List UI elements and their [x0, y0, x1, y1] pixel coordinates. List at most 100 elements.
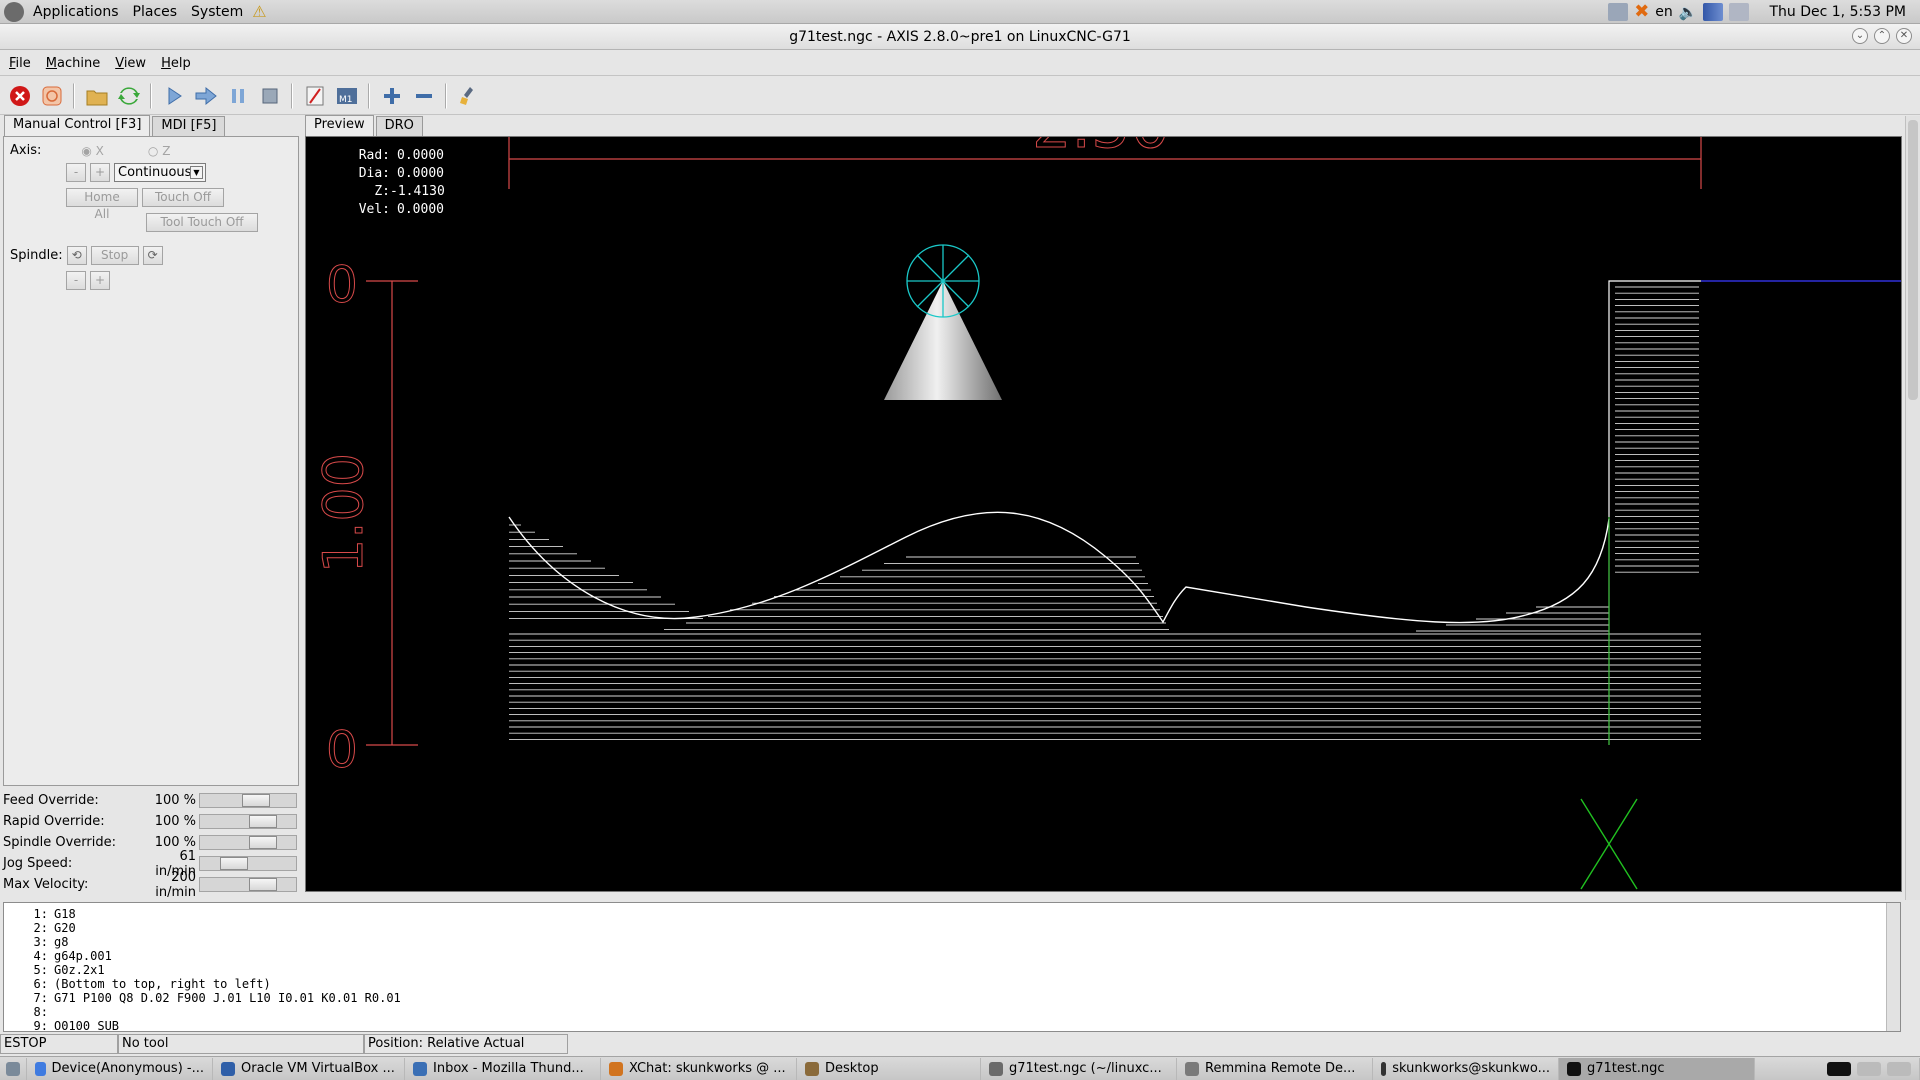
- taskbar-item[interactable]: Inbox - Mozilla Thund...: [405, 1057, 601, 1080]
- spindle-forward-icon[interactable]: ⟳: [142, 246, 163, 265]
- open-file-icon[interactable]: [83, 82, 110, 109]
- tab-mdi[interactable]: MDI [F5]: [152, 116, 226, 136]
- applications-menu[interactable]: Applications: [26, 4, 126, 20]
- workspace-1-icon[interactable]: [1827, 1061, 1851, 1076]
- gcode-line[interactable]: 5: G0z.2x1: [4, 963, 1900, 977]
- toolpath-preview[interactable]: 2.50 1.00 0 0: [305, 136, 1902, 892]
- taskbar-item[interactable]: XChat: skunkworks @ ...: [601, 1057, 797, 1080]
- slider-thumb[interactable]: [220, 857, 249, 870]
- left-control-pane: Manual Control [F3] MDI [F5] Axis: ◉ X ○…: [0, 115, 300, 900]
- estop-icon[interactable]: [6, 82, 33, 109]
- gcode-scrollbar[interactable]: [1886, 903, 1900, 1031]
- window-titlebar[interactable]: g71test.ngc - AXIS 2.8.0~pre1 on LinuxCN…: [0, 24, 1920, 50]
- spindle-slower-button[interactable]: -: [66, 271, 86, 290]
- step-icon[interactable]: [192, 82, 219, 109]
- places-menu[interactable]: Places: [126, 4, 185, 20]
- slider-thumb[interactable]: [242, 794, 271, 807]
- gcode-line[interactable]: 8:: [4, 1005, 1900, 1019]
- system-menu[interactable]: System: [184, 4, 250, 20]
- toolpath-plot[interactable]: 2.50 1.00 0 0: [306, 137, 1902, 892]
- gcode-line[interactable]: 7: G71 P100 Q8 D.02 F900 J.01 L10 I0.01 K…: [4, 991, 1900, 1005]
- xchat-tray-icon[interactable]: ✖: [1634, 1, 1649, 22]
- tool-status: No tool: [118, 1034, 364, 1054]
- jog-minus-button[interactable]: -: [66, 163, 86, 182]
- network-icon[interactable]: [1608, 2, 1629, 21]
- slider-thumb[interactable]: [248, 836, 277, 849]
- gcode-line[interactable]: 6: (Bottom to top, right to left): [4, 977, 1900, 991]
- tab-preview[interactable]: Preview: [305, 115, 374, 136]
- home-all-button[interactable]: Home All: [66, 188, 138, 221]
- taskbar-item-label: Desktop: [825, 1061, 879, 1076]
- scrollbar-thumb[interactable]: [1908, 120, 1918, 400]
- minimize-button[interactable]: ⌄: [1852, 28, 1868, 44]
- gcode-line[interactable]: 4: g64p.001: [4, 949, 1900, 963]
- gcode-line[interactable]: 1: G18: [4, 907, 1900, 921]
- workspace-3-icon[interactable]: [1887, 1061, 1911, 1076]
- tab-manual-control[interactable]: Manual Control [F3]: [4, 115, 151, 136]
- close-window-button[interactable]: ✕: [1896, 28, 1912, 44]
- tab-dro[interactable]: DRO: [375, 116, 423, 136]
- spindle-stop-button[interactable]: Stop: [90, 246, 139, 265]
- zoom-out-icon[interactable]: [410, 82, 437, 109]
- keyboard-language-indicator[interactable]: en: [1655, 4, 1673, 20]
- stock-outline: [1608, 280, 1701, 745]
- axis-x-radio[interactable]: ◉ X: [81, 144, 104, 158]
- file-menu[interactable]: File: [0, 56, 37, 71]
- override-value: 100 %: [154, 793, 196, 808]
- workspace-2-icon[interactable]: [1857, 1061, 1881, 1076]
- toolbar-separator: [150, 82, 152, 109]
- block-delete-icon[interactable]: [301, 82, 328, 109]
- gcode-listing[interactable]: 1: G18 2: G20 3: g8 4: g64p.001 5: G0z.2x1 6: (Bott…: [3, 902, 1901, 1032]
- taskbar-item[interactable]: g71test.ngc (~/linuxc...: [981, 1057, 1177, 1080]
- help-menu[interactable]: Help: [152, 56, 197, 71]
- slider-thumb[interactable]: [248, 878, 277, 891]
- taskbar-item[interactable]: Desktop: [797, 1057, 981, 1080]
- override-label: Rapid Override:: [3, 814, 105, 829]
- app-icon: [1185, 1061, 1199, 1076]
- jog-plus-button[interactable]: +: [90, 163, 110, 182]
- touch-off-button[interactable]: Touch Off: [142, 188, 224, 207]
- gnome-foot-icon[interactable]: [4, 1, 24, 22]
- volume-icon[interactable]: 🔈: [1679, 3, 1698, 21]
- view-menu[interactable]: View: [106, 56, 152, 71]
- maximize-button[interactable]: ⌃: [1874, 28, 1890, 44]
- estop-status: ESTOP: [0, 1034, 118, 1054]
- override-slider[interactable]: [199, 877, 297, 892]
- reload-icon[interactable]: [115, 82, 142, 109]
- override-slider[interactable]: [199, 814, 297, 829]
- optional-stop-icon[interactable]: M1: [333, 82, 360, 109]
- stop-icon[interactable]: [256, 82, 283, 109]
- zoom-in-icon[interactable]: [378, 82, 405, 109]
- window-scrollbar[interactable]: [1905, 116, 1920, 900]
- slider-thumb[interactable]: [248, 815, 277, 828]
- override-label: Max Velocity:: [3, 877, 89, 892]
- override-slider[interactable]: [199, 793, 297, 808]
- signal-icon[interactable]: [1703, 2, 1724, 21]
- run-icon[interactable]: [160, 82, 187, 109]
- taskbar-item[interactable]: Oracle VM VirtualBox ...: [213, 1057, 405, 1080]
- override-slider[interactable]: [199, 835, 297, 850]
- taskbar-item[interactable]: Remmina Remote De...: [1177, 1057, 1373, 1080]
- workspace-switcher[interactable]: [1819, 1057, 1920, 1080]
- pause-icon[interactable]: [224, 82, 251, 109]
- taskbar-item[interactable]: skunkworks@skunkwo...: [1373, 1057, 1559, 1080]
- gcode-line[interactable]: 3: g8: [4, 935, 1900, 949]
- clear-plot-icon[interactable]: [455, 82, 482, 109]
- gcode-line[interactable]: 2: G20: [4, 921, 1900, 935]
- show-desktop-icon[interactable]: [0, 1057, 27, 1080]
- taskbar-item[interactable]: g71test.ngc: [1559, 1057, 1755, 1080]
- gcode-line[interactable]: 9: O0100 SUB: [4, 1019, 1900, 1031]
- tool-touch-off-button[interactable]: Tool Touch Off: [146, 213, 258, 232]
- taskbar-item[interactable]: Device(Anonymous) -...: [27, 1057, 213, 1080]
- override-slider[interactable]: [199, 856, 297, 871]
- axis-z-radio[interactable]: ○ Z: [148, 144, 171, 158]
- machine-menu[interactable]: Machine: [37, 56, 106, 71]
- spindle-faster-button[interactable]: +: [90, 271, 110, 290]
- machine-power-icon[interactable]: [38, 82, 65, 109]
- clock[interactable]: Thu Dec 1, 5:53 PM: [1769, 4, 1906, 20]
- clipboard-icon[interactable]: [1729, 2, 1750, 21]
- warning-icon[interactable]: ⚠: [250, 2, 268, 21]
- spindle-reverse-icon[interactable]: ⟲: [66, 246, 87, 265]
- jog-increment-select[interactable]: Continuous ▼: [114, 163, 206, 182]
- taskbar-item-label: XChat: skunkworks @ ...: [629, 1061, 786, 1076]
